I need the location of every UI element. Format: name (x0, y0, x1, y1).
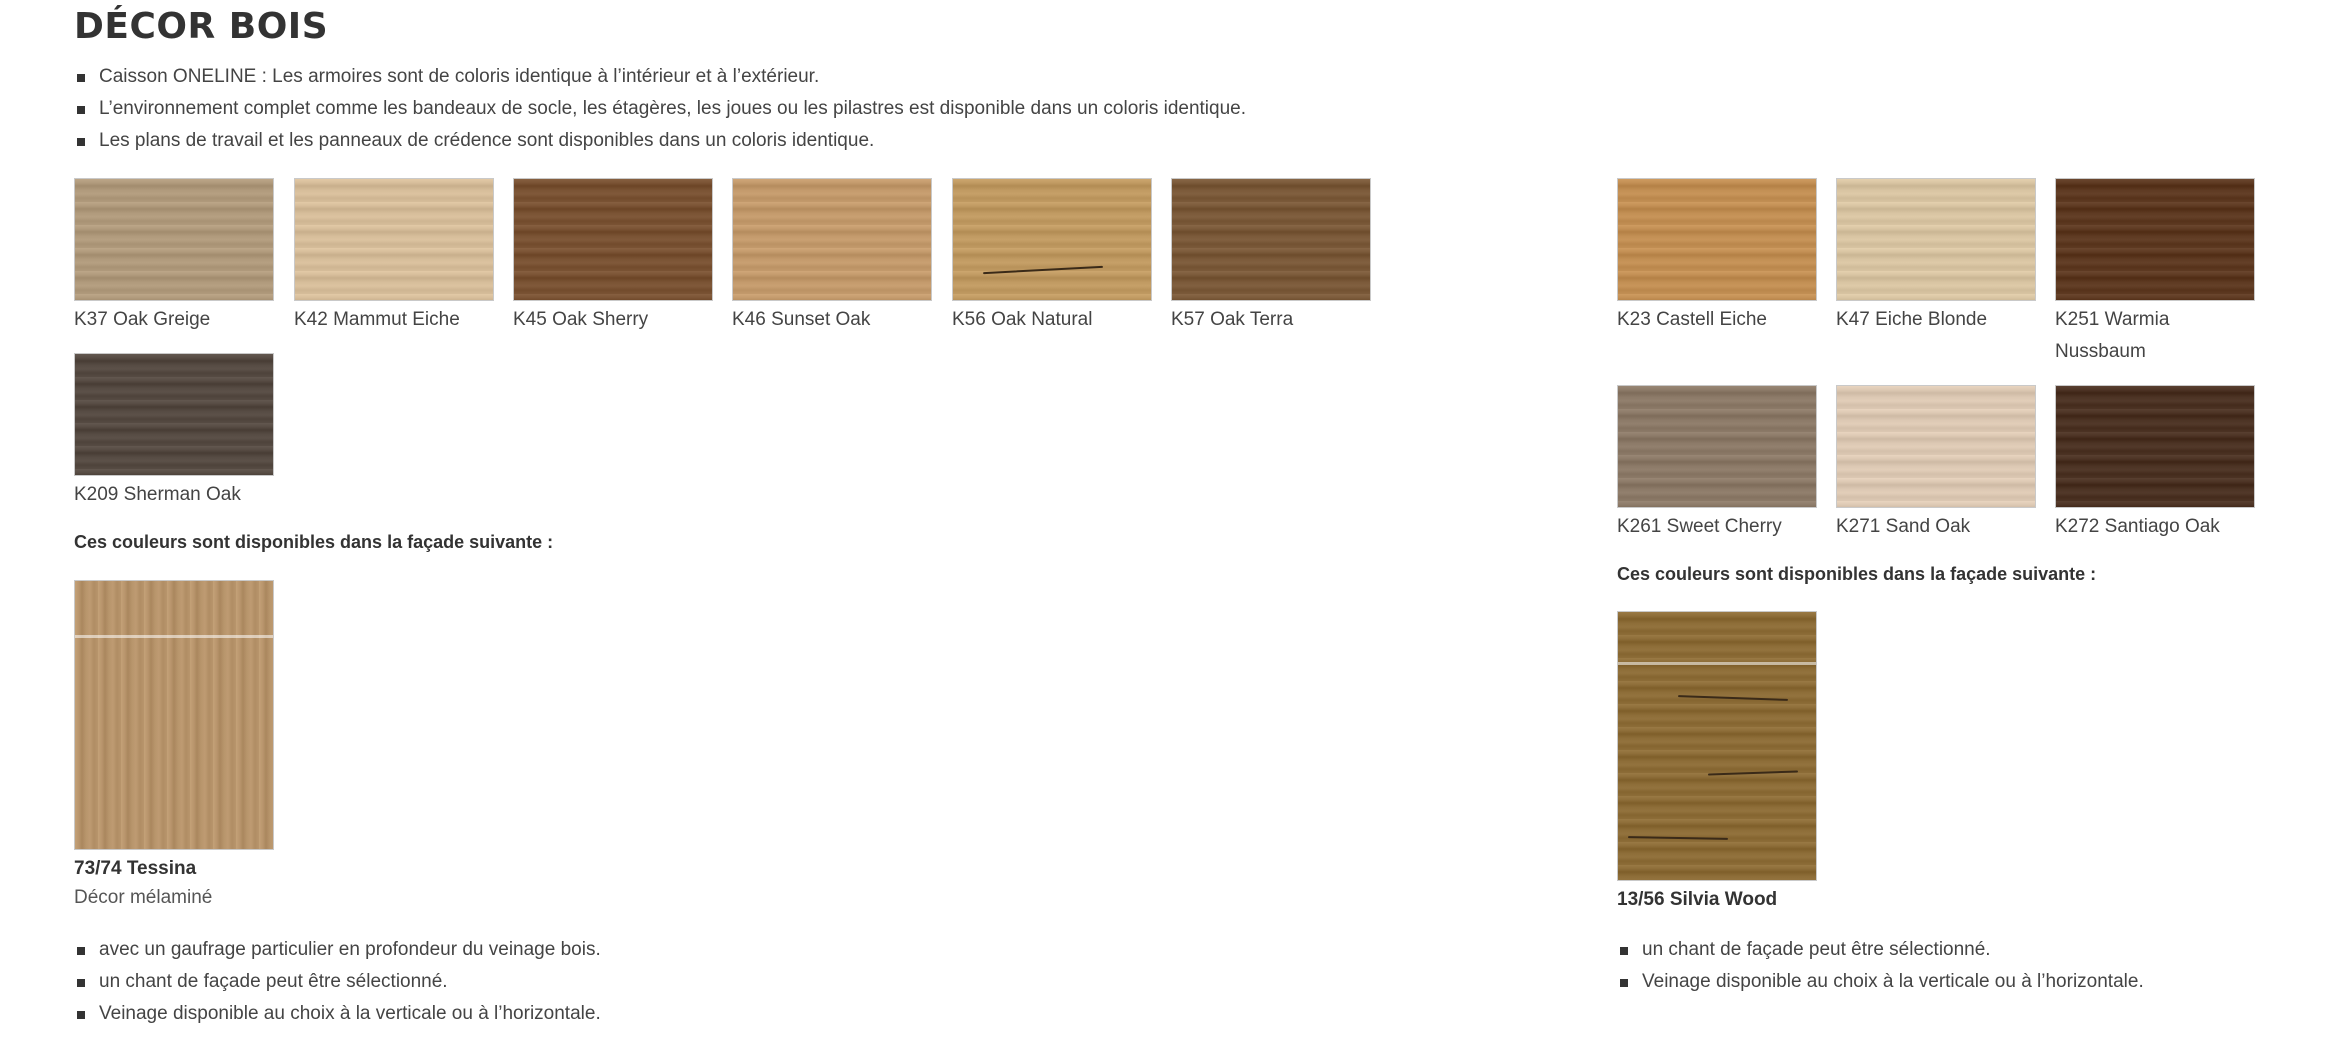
bullet-item: L’environnement complet comme les bandea… (74, 93, 1246, 125)
swatch-image (1836, 178, 2036, 301)
swatch-k209-sherman-oak[interactable]: K209 Sherman Oak (74, 353, 274, 511)
swatch-k46-sunset-oak[interactable]: K46 Sunset Oak (732, 178, 932, 336)
swatch-label: K37 Oak Greige (74, 309, 211, 330)
swatch-label: K251 Warmia Nussbaum (2055, 309, 2170, 362)
facade-tessina[interactable]: 73/74 Tessina Décor mélaminé (74, 580, 274, 914)
facade-gap (1618, 662, 1816, 665)
swatch-k45-oak-sherry[interactable]: K45 Oak Sherry (513, 178, 713, 336)
swatch-image (513, 178, 713, 301)
swatch-image (2055, 385, 2255, 508)
swatch-k23-castell-eiche[interactable]: K23 Castell Eiche (1617, 178, 1817, 336)
swatch-image (1836, 385, 2036, 508)
page: DÉCOR BOIS Caisson ONELINE : Les armoire… (0, 0, 2332, 1047)
swatch-label: K271 Sand Oak (1836, 516, 1971, 537)
bullet-item: un chant de façade peut être sélectionné… (74, 966, 601, 998)
right-facade-bullet-list: un chant de façade peut être sélectionné… (1617, 934, 2144, 998)
right-facade-note: Ces couleurs sont disponibles dans la fa… (1617, 564, 2097, 584)
left-facade-bullet-list: avec un gaufrage particulier en profonde… (74, 934, 601, 1030)
swatch-image (74, 178, 274, 301)
swatch-label: K23 Castell Eiche (1617, 309, 1767, 330)
swatch-label: K46 Sunset Oak (732, 309, 871, 330)
wood-crack (1627, 836, 1729, 840)
swatch-k251-warmia-nussbaum[interactable]: K251 Warmia Nussbaum (2055, 178, 2255, 368)
bullet-square-icon (1620, 947, 1628, 955)
swatch-k261-sweet-cherry[interactable]: K261 Sweet Cherry (1617, 385, 1817, 543)
facade-image (74, 580, 274, 850)
swatch-image (732, 178, 932, 301)
swatch-label: K47 Eiche Blonde (1836, 309, 1988, 330)
bullet-item: Veinage disponible au choix à la vertica… (1617, 966, 2144, 998)
swatch-image (1617, 178, 1817, 301)
bullet-item: Caisson ONELINE : Les armoires sont de c… (74, 61, 1246, 93)
bullet-item: un chant de façade peut être sélectionné… (1617, 934, 2144, 966)
swatch-image (74, 353, 274, 476)
swatch-k271-sand-oak[interactable]: K271 Sand Oak (1836, 385, 2036, 543)
swatch-image (294, 178, 494, 301)
facade-subtitle: Décor mélaminé (74, 887, 213, 908)
swatch-k56-oak-natural[interactable]: K56 Oak Natural (952, 178, 1152, 336)
swatch-image (1617, 385, 1817, 508)
swatch-label: K209 Sherman Oak (74, 484, 241, 505)
facade-image (1617, 611, 1817, 881)
swatch-image (952, 178, 1152, 301)
swatch-k272-santiago-oak[interactable]: K272 Santiago Oak (2055, 385, 2255, 543)
swatch-k47-eiche-blonde[interactable]: K47 Eiche Blonde (1836, 178, 2036, 336)
bullet-square-icon (77, 106, 85, 114)
swatch-k57-oak-terra[interactable]: K57 Oak Terra (1171, 178, 1371, 336)
facade-silvia-wood[interactable]: 13/56 Silvia Wood (1617, 611, 1817, 913)
swatch-label: K261 Sweet Cherry (1617, 516, 1782, 537)
swatch-label: K45 Oak Sherry (513, 309, 649, 330)
swatch-image (2055, 178, 2255, 301)
swatch-image (1171, 178, 1371, 301)
wood-crack (983, 265, 1103, 275)
wood-crack (1677, 695, 1789, 701)
page-title: DÉCOR BOIS (74, 6, 329, 47)
swatch-label: K272 Santiago Oak (2055, 516, 2220, 537)
facade-gap (75, 635, 273, 638)
left-facade-note: Ces couleurs sont disponibles dans la fa… (74, 532, 554, 552)
facade-name: 13/56 Silvia Wood (1617, 889, 1778, 910)
swatch-k42-mammut-eiche[interactable]: K42 Mammut Eiche (294, 178, 494, 336)
swatch-label: K56 Oak Natural (952, 309, 1093, 330)
bullet-item: Les plans de travail et les panneaux de … (74, 125, 1246, 157)
bullet-square-icon (77, 947, 85, 955)
swatch-label: K42 Mammut Eiche (294, 309, 460, 330)
bullet-item: avec un gaufrage particulier en profonde… (74, 934, 601, 966)
bullet-square-icon (77, 979, 85, 987)
bullet-square-icon (1620, 979, 1628, 987)
facade-name: 73/74 Tessina (74, 858, 197, 879)
swatch-label: K57 Oak Terra (1171, 309, 1294, 330)
bullet-square-icon (77, 138, 85, 146)
bullet-square-icon (77, 74, 85, 82)
bullet-square-icon (77, 1011, 85, 1019)
swatch-k37-oak-greige[interactable]: K37 Oak Greige (74, 178, 274, 336)
wood-crack (1707, 770, 1799, 776)
intro-bullet-list: Caisson ONELINE : Les armoires sont de c… (74, 61, 1246, 157)
bullet-item: Veinage disponible au choix à la vertica… (74, 998, 601, 1030)
